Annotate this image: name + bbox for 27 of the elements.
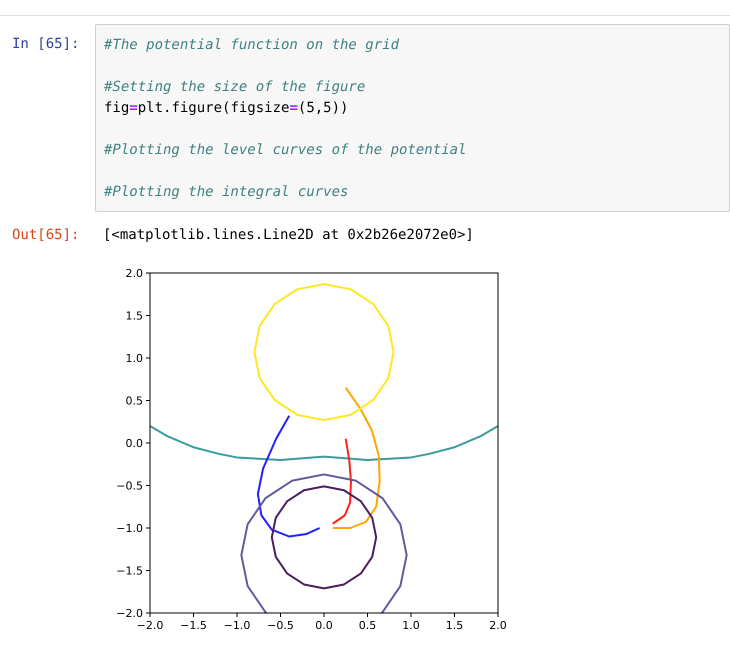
code-comment: #The potential function on the grid: [104, 37, 400, 53]
code-statement: fig=plt.figure(figsize=(5,5)): [104, 100, 348, 116]
tick-label: −1.0: [224, 619, 250, 632]
tick-label: −2.0: [136, 619, 164, 632]
code-comment: #Setting the size of the figure: [104, 79, 366, 95]
output-text: [<matplotlib.lines.Line2D at 0x2b26e2072e0>]: [103, 227, 474, 243]
tick-label: −1.5: [116, 564, 143, 578]
code-comment: #Plotting the level curves of the potential: [104, 142, 466, 158]
tick-label: −2.0: [116, 607, 143, 620]
tick-label: −0.5: [116, 480, 143, 492]
tick-label: 0.0: [126, 437, 143, 450]
tick-label: 0.0: [315, 619, 333, 632]
tick-label: 1.5: [446, 619, 464, 632]
tick-label: 2.0: [126, 267, 143, 280]
tick-label: 1.5: [126, 310, 143, 322]
code-cell[interactable]: #The potential function on the grid #Setting the size of the figure fig=plt.figure(figsize=(5,5)) #Plotting the level curves of the potential #Plotting the integral curves: [95, 24, 730, 212]
tick-label: 0.5: [126, 394, 143, 408]
output-prompt: Out[65]:: [12, 227, 80, 243]
input-prompt: In [65]:: [12, 36, 80, 52]
tick-label: −0.5: [267, 619, 294, 632]
tick-label: 1.0: [402, 619, 420, 632]
code-comment: #Plotting the integral curves: [104, 184, 348, 200]
tick-label: 2.0: [489, 619, 507, 632]
tick-label: 0.5: [358, 619, 376, 632]
tick-label: −1.5: [180, 619, 207, 632]
tick-label: 1.0: [126, 352, 143, 365]
tick-label: −1.0: [116, 522, 143, 535]
